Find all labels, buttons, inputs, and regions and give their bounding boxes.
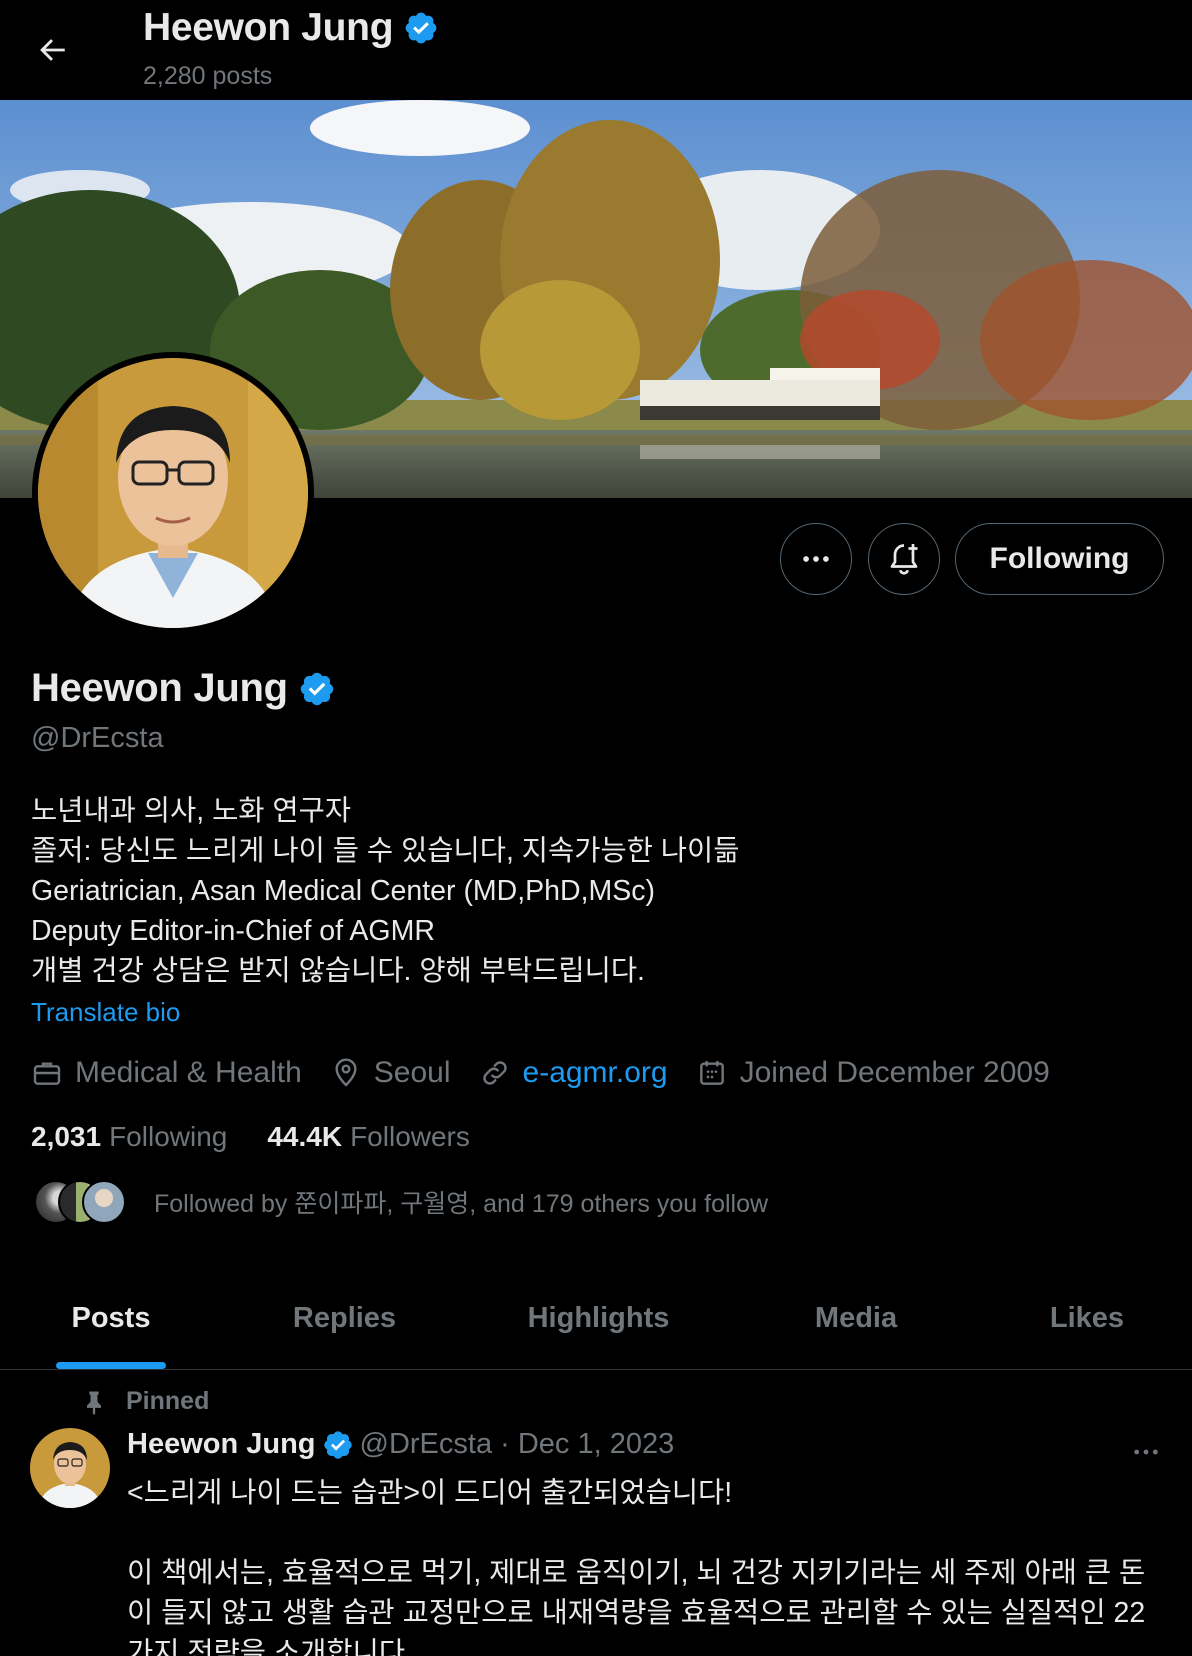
bio-line: 개별 건강 상담은 받지 않습니다. 양해 부탁드립니다.	[31, 955, 645, 987]
post-header: Heewon Jung @DrEcsta · Dec 1, 2023	[127, 1428, 674, 1461]
bell-plus-icon	[890, 544, 918, 575]
followed-by-text: Followed by 쭌이파파, 구월영, and 179 others yo…	[154, 1190, 769, 1218]
location-pin-icon	[335, 1058, 357, 1087]
header-name: Heewon Jung	[143, 6, 439, 50]
post-author-name[interactable]: Heewon Jung	[127, 1428, 316, 1461]
calendar-icon	[699, 1061, 724, 1085]
profile-tabs: Posts Replies Highlights Media Likes	[0, 1268, 1192, 1370]
post-handle-date[interactable]: @DrEcsta · Dec 1, 2023	[360, 1428, 675, 1461]
following-label: Following	[109, 1121, 228, 1152]
tab-label: Posts	[71, 1302, 151, 1334]
followers-stat[interactable]: 44.4K Followers	[267, 1121, 470, 1153]
avatar-image	[38, 358, 308, 628]
bio-line: 졸저: 당신도 느리게 나이 들 수 있습니다, 지속가능한 나이듦	[31, 835, 740, 867]
briefcase-icon	[33, 1062, 61, 1085]
following-button[interactable]: Following	[955, 523, 1164, 595]
tab-label: Media	[814, 1302, 898, 1334]
followed-by[interactable]: Followed by 쭌이파파, 구월영, and 179 others yo…	[34, 1180, 768, 1224]
profile-bio: 노년내과 의사, 노화 연구자 졸저: 당신도 느리게 나이 들 수 있습니다,…	[31, 791, 739, 991]
tab-label: Likes	[1049, 1302, 1125, 1334]
post-more-button[interactable]	[1128, 1434, 1164, 1470]
location: Seoul	[330, 1056, 451, 1090]
more-options-button[interactable]	[780, 523, 852, 595]
pin-icon	[87, 1391, 101, 1415]
top-bar: Heewon Jung 2,280 posts	[0, 0, 1192, 100]
more-icon	[1134, 1449, 1158, 1455]
following-count: 2,031	[31, 1121, 102, 1152]
tab-likes[interactable]: Likes	[982, 1268, 1192, 1369]
joined-date: Joined December 2009	[696, 1056, 1050, 1090]
profile-handle: @DrEcsta	[31, 722, 164, 754]
website: e-agmr.org	[479, 1056, 668, 1090]
post-avatar-image	[30, 1428, 110, 1508]
post-text-line: <느리게 나이 드는 습관>이 드디어 출간되었습니다!	[127, 1477, 733, 1509]
category: Medical & Health	[31, 1056, 302, 1090]
bio-line: Geriatrician, Asan Medical Center (MD,Ph…	[31, 875, 656, 907]
tab-posts[interactable]: Posts	[0, 1268, 222, 1369]
verified-badge-icon	[405, 12, 437, 44]
notifications-button[interactable]	[868, 523, 940, 595]
pinned-text: Pinned	[126, 1387, 210, 1415]
profile-name: Heewon Jung	[31, 666, 336, 711]
pinned-label: Pinned	[80, 1387, 209, 1416]
arrow-left-icon	[40, 39, 65, 61]
followers-count: 44.4K	[267, 1121, 343, 1152]
tab-media[interactable]: Media	[730, 1268, 982, 1369]
tab-label: Replies	[292, 1302, 397, 1334]
link-icon	[482, 1061, 507, 1085]
verified-badge-icon[interactable]	[298, 670, 336, 708]
active-tab-indicator	[56, 1362, 166, 1369]
profile-avatar[interactable]	[32, 352, 314, 634]
back-button[interactable]	[28, 26, 76, 74]
location-text: Seoul	[373, 1056, 451, 1089]
tab-label: Highlights	[527, 1302, 670, 1334]
posts-count: 2,280 posts	[143, 62, 273, 90]
joined-text: Joined December 2009	[739, 1056, 1050, 1089]
verified-badge-icon	[323, 1430, 352, 1459]
follow-stats: 2,031 Following 44.4K Followers	[31, 1121, 510, 1153]
header-name-text: Heewon Jung	[143, 6, 394, 49]
followers-label: Followers	[350, 1121, 470, 1152]
more-icon	[803, 556, 829, 562]
post-author-avatar[interactable]	[30, 1428, 110, 1508]
profile-name-text: Heewon Jung	[31, 666, 288, 710]
profile-meta: Medical & Health Seoul e-agmr.org Joined…	[31, 1056, 1078, 1090]
post-text-paragraph: 이 책에서는, 효율적으로 먹기, 제대로 움직이기, 뇌 건강 지키기라는 세…	[127, 1557, 1146, 1656]
category-text: Medical & Health	[75, 1056, 302, 1089]
bio-line: Deputy Editor-in-Chief of AGMR	[31, 915, 435, 947]
following-stat[interactable]: 2,031 Following	[31, 1121, 227, 1153]
post-body[interactable]: <느리게 나이 드는 습관>이 드디어 출간되었습니다! 이 책에서는, 효율적…	[127, 1473, 1167, 1656]
website-link[interactable]: e-agmr.org	[523, 1056, 668, 1090]
tab-replies[interactable]: Replies	[222, 1268, 467, 1369]
follower-avatar	[82, 1180, 126, 1224]
tab-highlights[interactable]: Highlights	[467, 1268, 730, 1369]
bio-line: 노년내과 의사, 노화 연구자	[31, 795, 352, 827]
translate-bio-link[interactable]: Translate bio	[31, 997, 180, 1028]
